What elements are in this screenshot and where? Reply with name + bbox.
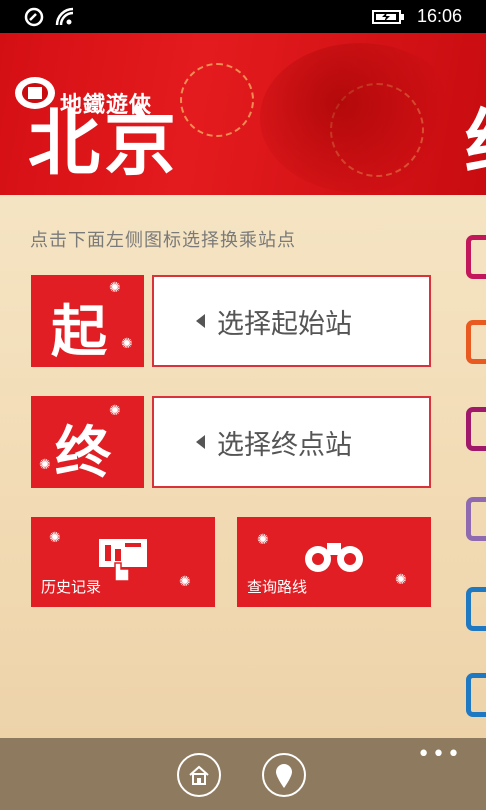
search-route-button[interactable]: ✺ ✺ 查询路线 [237,517,431,607]
history-label: 历史记录 [41,578,102,596]
more-options-button[interactable]: ••• [417,744,462,766]
start-station-label: 选择起始站 [217,308,352,340]
city-banner: 地鐵遊俠 北京 终 [0,33,486,195]
sparkle-icon: ✺ [179,574,191,590]
firework-decoration [180,63,254,137]
start-station-icon-button[interactable]: 起 ✺ ✺ [31,275,144,367]
wifi-icon [55,7,74,26]
city-title[interactable]: 北京 [28,107,180,179]
sparkle-icon: ✺ [39,457,51,473]
search-route-label: 查询路线 [247,578,308,596]
binoculars-icon [305,543,363,572]
firecracker-decoration [260,43,460,193]
end-station-selector[interactable]: 选择终点站 [152,396,431,488]
end-station-label: 选择终点站 [217,429,352,461]
sparkle-icon: ✺ [109,280,121,296]
subway-line-icon[interactable] [466,673,486,717]
sparkle-icon: ✺ [109,403,121,419]
sparkle-icon: ✺ [257,532,269,548]
subway-line-icon[interactable] [466,407,486,451]
triangle-left-icon [196,435,205,449]
sparkle-icon: ✺ [49,530,61,546]
home-icon [189,765,209,785]
main-panel: 点击下面左侧图标选择换乘站点 起 ✺ ✺ 选择起始站 终 ✺ ✺ 选择终点站 ✺… [0,195,486,738]
subway-line-icon[interactable] [466,235,486,279]
start-char: 起 [51,299,107,365]
subway-line-icon[interactable] [466,497,486,541]
subway-line-icon[interactable] [466,320,486,364]
history-button[interactable]: ✺ ✺ 历史记录 [31,517,215,607]
history-icon [99,539,147,582]
end-char: 终 [55,420,111,486]
home-button[interactable] [177,753,221,797]
status-bar: 16:06 [0,0,486,33]
status-time: 16:06 [416,6,462,26]
location-button[interactable] [262,753,306,797]
subway-line-icon[interactable] [466,587,486,631]
sparkle-icon: ✺ [395,572,407,588]
next-city-title[interactable]: 终 [465,107,486,179]
location-pin-icon [276,764,292,788]
app-bar: ••• [0,738,486,810]
battery-charging-icon [372,10,404,24]
triangle-left-icon [196,314,205,328]
instruction-text: 点击下面左侧图标选择换乘站点 [30,230,296,251]
sparkle-icon: ✺ [121,336,133,352]
sim-icon [24,7,44,27]
start-station-selector[interactable]: 选择起始站 [152,275,431,367]
end-station-icon-button[interactable]: 终 ✺ ✺ [31,396,144,488]
